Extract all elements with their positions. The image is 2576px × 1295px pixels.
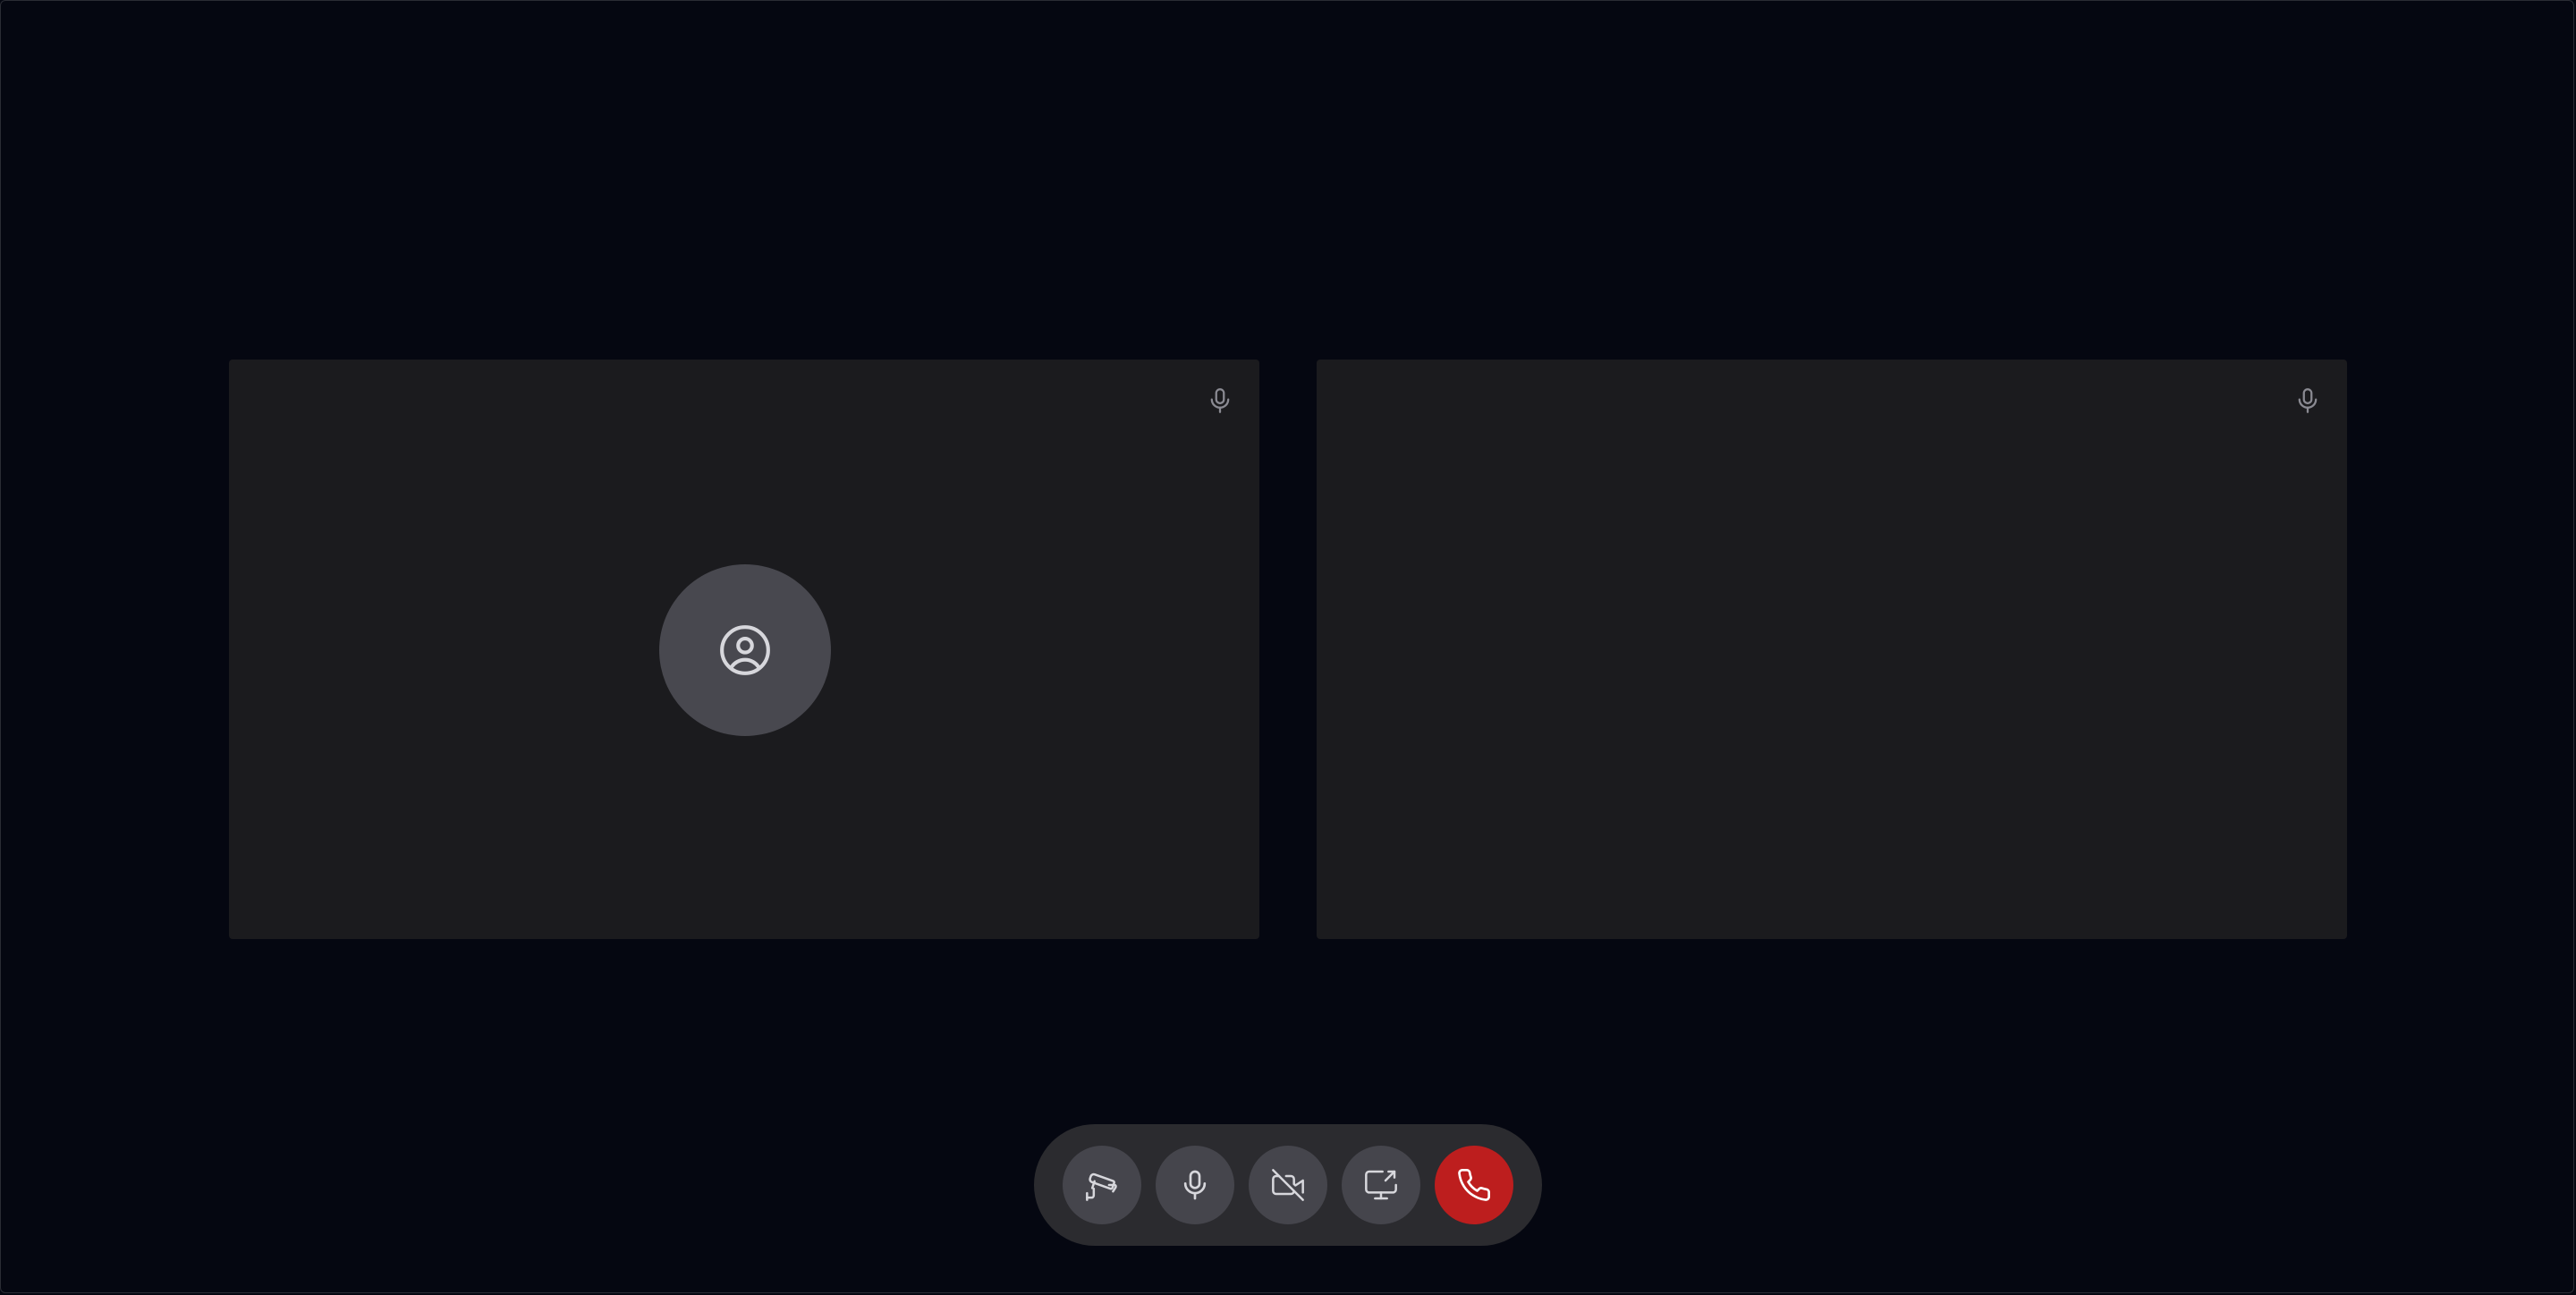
avatar (659, 564, 831, 736)
participant-tile-remote (1317, 360, 2347, 939)
video-toggle-button[interactable] (1249, 1146, 1327, 1224)
camera-switch-button[interactable] (1063, 1146, 1141, 1224)
microphone-icon (2292, 383, 2324, 419)
call-control-bar (1034, 1124, 1542, 1246)
screen-share-button[interactable] (1342, 1146, 1420, 1224)
phone-icon (1458, 1169, 1491, 1201)
participant-tile-local (229, 360, 1259, 939)
cctv-camera-icon (1086, 1172, 1117, 1201)
user-circle-icon (720, 625, 770, 675)
microphone-icon (1204, 383, 1236, 419)
microphone-toggle-button[interactable] (1156, 1146, 1234, 1224)
video-off-icon (1272, 1169, 1304, 1201)
video-call-window (0, 0, 2574, 1293)
screen-share-icon (1365, 1170, 1397, 1200)
end-call-button[interactable] (1435, 1146, 1513, 1224)
microphone-icon (1183, 1170, 1207, 1200)
